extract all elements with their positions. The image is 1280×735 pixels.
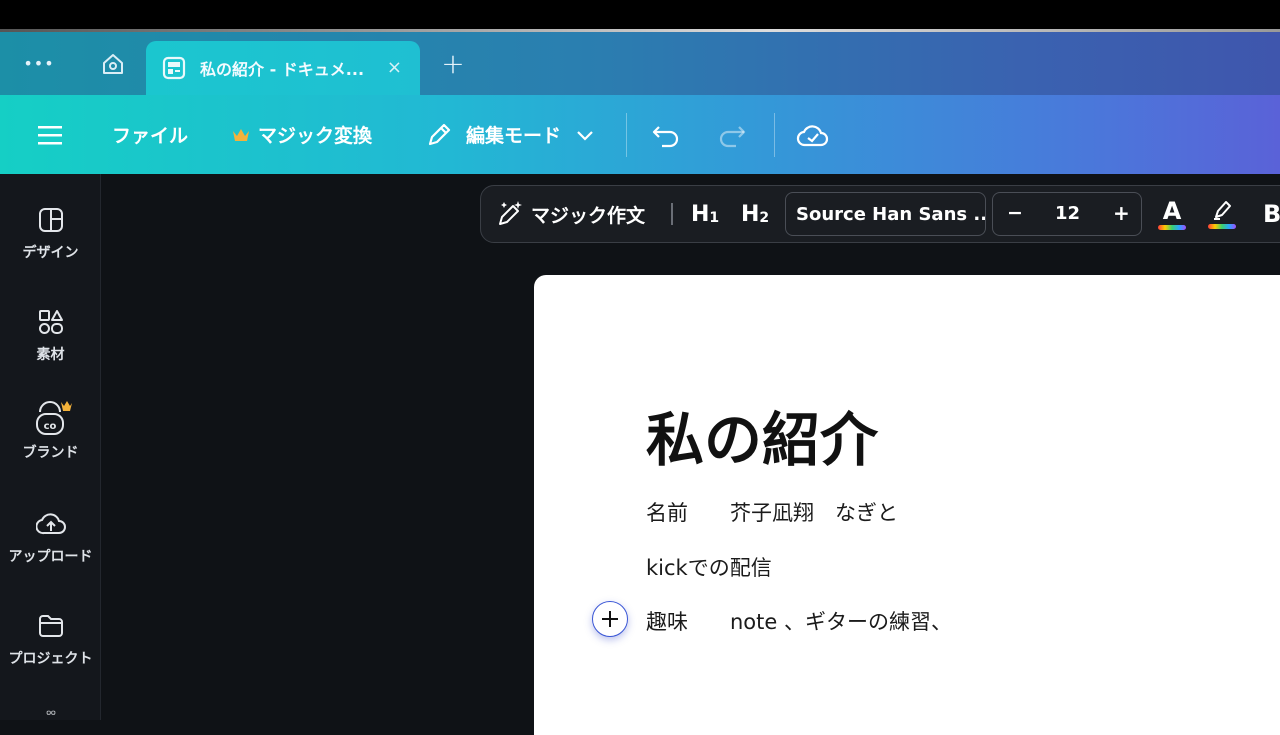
sidebar-item-label: アップロード [8, 549, 93, 565]
svg-text:co: co [43, 421, 56, 432]
sidebar-item-label: プロジェクト [8, 651, 93, 667]
more-menu-button[interactable]: ••• [18, 32, 60, 95]
chevron-down-icon [577, 130, 593, 141]
heading1-sub: 1 [709, 210, 720, 226]
bold-button[interactable]: B [1263, 186, 1280, 242]
apps-icon [46, 710, 55, 715]
highlight-color-button[interactable] [1207, 186, 1237, 242]
hamburger-menu-button[interactable] [36, 95, 64, 174]
undo-button[interactable] [650, 95, 682, 174]
font-size-input[interactable]: 12 [1055, 203, 1080, 224]
toolbar-divider [626, 113, 627, 157]
heading1-label: H [691, 201, 710, 227]
redo-button[interactable] [716, 95, 748, 174]
font-family-select[interactable]: Source Han Sans ... [785, 192, 986, 236]
sidebar-item-upload[interactable]: アップロード [0, 510, 101, 600]
sidebar-item-design[interactable]: デザイン [0, 206, 101, 296]
more-icon: ••• [23, 54, 55, 73]
sidebar-item-label: デザイン [22, 245, 79, 261]
sidebar-item-label: ブランド [22, 445, 79, 461]
tab-title: 私の紹介 - ドキュメ... [200, 60, 365, 79]
sidebar-item-elements[interactable]: 素材 [0, 308, 101, 398]
edit-mode-label: 編集モード [466, 125, 562, 147]
highlight-swatch-bar [1208, 224, 1236, 229]
magic-write-button[interactable]: マジック作文 [495, 186, 645, 242]
redo-icon [719, 125, 746, 147]
heading2-sub: 2 [759, 210, 770, 226]
sidebar-item-more[interactable] [0, 710, 101, 720]
document-title[interactable]: 私の紹介 [646, 393, 878, 477]
window-top-strip [0, 0, 1280, 32]
text-format-bar: マジック作文 H1 H2 Source Han Sans ... − 12 + … [480, 185, 1280, 243]
text-color-icon: A [1162, 196, 1182, 225]
plus-icon [602, 611, 618, 627]
close-tab-icon[interactable]: × [387, 57, 402, 78]
edit-mode-dropdown[interactable]: 編集モード [424, 95, 595, 174]
heading2-label: H [741, 201, 760, 227]
cloud-save-button[interactable] [796, 95, 830, 174]
heading1-button[interactable]: H1 [691, 186, 719, 242]
decrease-font-size-button[interactable]: − [1007, 202, 1023, 224]
sidebar-item-label: 素材 [36, 347, 65, 363]
magic-switch-label: マジック変換 [258, 125, 373, 147]
pencil-icon [428, 123, 451, 145]
magic-write-label: マジック作文 [531, 204, 646, 227]
home-icon [103, 53, 123, 74]
document-icon [162, 56, 186, 80]
document-paragraph[interactable]: 名前 芥子凪翔 なぎと [646, 497, 898, 527]
home-button[interactable] [94, 32, 132, 95]
document-paragraph[interactable]: kickでの配信 [646, 552, 772, 582]
tab-bar: ••• 私の紹介 - ドキュメ... × + [0, 32, 1280, 95]
toolbar-divider [774, 113, 775, 157]
hamburger-icon [38, 125, 62, 144]
upload-icon [35, 513, 66, 535]
text-color-button[interactable]: A [1157, 186, 1187, 242]
crown-icon [233, 128, 249, 141]
left-sidebar: デザイン 素材 co ブランド アップロード プロジェクト [0, 174, 101, 720]
plus-icon: + [441, 47, 465, 80]
format-divider [671, 203, 673, 225]
document-paragraph[interactable]: 趣味 note 、ギターの練習、 [646, 606, 952, 636]
tab-document[interactable]: 私の紹介 - ドキュメ... × [146, 41, 420, 95]
elements-icon [38, 310, 63, 334]
undo-icon [652, 125, 679, 147]
file-menu-button[interactable]: ファイル [112, 95, 188, 174]
increase-font-size-button[interactable]: + [1113, 201, 1130, 225]
cloud-check-icon [796, 124, 829, 146]
main-toolbar: ファイル マジック変換 編集モード [0, 95, 1280, 174]
design-icon [38, 208, 63, 232]
folder-icon [38, 615, 63, 637]
magic-wand-icon [499, 201, 522, 225]
sidebar-item-brand[interactable]: co ブランド [0, 400, 101, 490]
sidebar-item-projects[interactable]: プロジェクト [0, 612, 101, 702]
new-tab-button[interactable]: + [436, 32, 470, 95]
highlighter-icon [1214, 201, 1231, 220]
heading2-button[interactable]: H2 [741, 186, 769, 242]
magic-switch-button[interactable]: マジック変換 [232, 95, 372, 174]
add-block-button[interactable] [592, 601, 628, 637]
color-swatch-bar [1158, 224, 1186, 230]
document-page: 私の紹介 名前 芥子凪翔 なぎと kickでの配信 趣味 note 、ギターの練… [534, 275, 1280, 735]
font-size-control: − 12 + [992, 192, 1142, 236]
brand-icon: co [35, 401, 72, 435]
